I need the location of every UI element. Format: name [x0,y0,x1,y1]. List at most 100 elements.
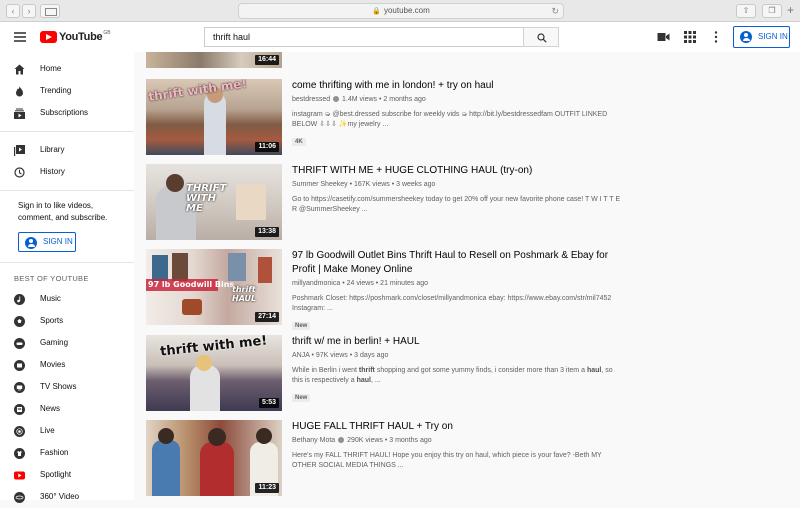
url-text: youtube.com [383,6,430,15]
person-figure [200,442,234,496]
share-button[interactable]: ⇧ [736,4,756,18]
video-title[interactable]: come thrifting with me in london! + try … [292,79,622,93]
person-head [256,428,272,444]
back-button[interactable]: ‹ [6,4,20,18]
sidebar-item-live[interactable]: Live [0,420,134,442]
video-duration: 5:53 [258,398,279,408]
clothing-item [258,257,272,283]
upload-age: 3 days ago [354,352,389,359]
clothing-item [228,253,246,281]
spotlight-icon [14,471,25,480]
sidebar-item-label: Spotlight [40,470,72,479]
news-icon [14,404,25,415]
sidebar-item-label: News [40,404,61,413]
thumbnail-caption: thrift with me! [147,79,248,104]
video-thumbnail[interactable]: thrift with me! 5:53 [146,335,282,411]
thumbnail-caption-secondary: thrift HAUL [232,285,257,303]
new-tab-button[interactable]: + [787,3,794,17]
video-title[interactable]: 97 lb Goodwill Outlet Bins Thrift Haul t… [292,249,622,277]
thumbnail-caption: THRIFT WITH ME [186,183,227,214]
thumbnail-caption: 97 lb Goodwill Bins [148,280,235,289]
music-icon [14,294,25,305]
tab-overview-button[interactable]: ❐ [762,4,782,18]
sidebar-item-news[interactable]: News [0,398,134,420]
verified-badge-icon [333,95,340,102]
video-description: Here's my FALL THRIFT HAUL! Hope you enj… [292,452,602,469]
verified-badge-icon [338,436,345,443]
fashion-icon [14,448,25,459]
video-thumbnail[interactable]: 16:44 [146,52,282,68]
person-head [166,174,184,192]
search-input[interactable]: thrift haul [204,27,524,47]
video-duration: 11:23 [255,483,279,493]
sidebar-item-trending[interactable]: Trending [0,80,134,102]
channel-name[interactable]: Bethany Mota [292,437,335,444]
sidebar-item-label: Sports [40,316,64,325]
movies-icon [14,360,25,371]
sidebar-item-tv-shows[interactable]: TV Shows [0,376,134,398]
new-badge: New [292,322,311,330]
video-description: Poshmark Closet: https://poshmark.com/cl… [292,295,612,312]
video-meta: ANJA • 97K views • 3 days ago [292,352,389,359]
channel-name[interactable]: ANJA [292,352,310,359]
sidebar-item-360-video[interactable]: 360° Video [0,486,134,508]
reload-icon[interactable]: ↻ [551,4,559,18]
sidebar-item-label: Live [40,426,55,435]
sidebar-item-library[interactable]: Library [0,139,134,161]
create-video-icon[interactable] [657,31,670,43]
upload-age: 2 months ago [383,96,426,103]
live-icon [14,426,25,437]
video-thumbnail[interactable]: thrift with me! 11:06 [146,79,282,155]
quality-badge: 4K [292,138,306,146]
sidebar-item-sports[interactable]: Sports [0,310,134,332]
browser-sidebar-toggle[interactable] [40,4,60,18]
flame-icon [16,86,23,97]
view-count: 290K views [347,437,383,444]
video-title[interactable]: thrift w/ me in berlin! + HAUL [292,335,622,349]
channel-name[interactable]: Summer Sheekey [292,181,348,188]
clothing-item [172,253,188,281]
upload-age: 21 minutes ago [380,280,429,287]
account-icon [740,31,752,43]
header-sign-in-label: SIGN IN [758,32,788,41]
channel-name[interactable]: bestdressed [292,96,330,103]
sidebar-sign-in-button[interactable]: SIGN IN [18,232,76,252]
clothing-item [236,184,266,220]
header-sign-in-button[interactable]: SIGN IN [733,26,790,48]
address-bar[interactable]: 🔒 youtube.com ↻ [238,3,564,19]
sidebar-item-spotlight[interactable]: Spotlight [0,464,134,486]
video-title[interactable]: THRIFT WITH ME + HUGE CLOTHING HAUL (try… [292,164,622,178]
video-meta: bestdressed 1.4M views • 2 months ago [292,95,426,103]
sidebar-item-home[interactable]: Home [0,58,134,80]
channel-name[interactable]: millyandmonica [292,280,340,287]
person-head [208,428,226,446]
sidebar-item-label: Gaming [40,338,69,347]
apps-grid-icon[interactable] [684,31,696,43]
sidebar-item-music[interactable]: Music [0,288,134,310]
sidebar-item-history[interactable]: History [0,161,134,183]
sidebar-item-label: TV Shows [40,382,77,391]
more-options-icon[interactable] [714,31,718,43]
sidebar-item-label: History [40,167,65,176]
video-title[interactable]: HUGE FALL THRIFT HAUL + Try on [292,420,622,434]
sidebar-item-label: Movies [40,360,66,369]
video-thumbnail[interactable]: 97 lb Goodwill Bins thrift HAUL 27:14 [146,249,282,325]
sidebar: Home Trending Subscriptions Library Hist… [0,52,134,503]
person-head [196,355,212,371]
sidebar-item-subscriptions[interactable]: Subscriptions [0,102,134,124]
sidebar-item-fashion[interactable]: Fashion [0,442,134,464]
video-thumbnail[interactable]: THRIFT WITH ME 13:38 [146,164,282,240]
youtube-logo[interactable]: YouTube GB [40,30,111,44]
forward-button[interactable]: › [22,4,36,18]
video-thumbnail[interactable]: 11:23 [146,420,282,496]
sidebar-item-movies[interactable]: Movies [0,354,134,376]
sidebar-item-label: Library [40,145,65,154]
search-button[interactable] [523,27,559,47]
sidebar-item-label: Trending [40,86,72,95]
video-meta: Bethany Mota 290K views • 3 months ago [292,436,432,444]
video-info: thrift w/ me in berlin! + HAUL ANJA • 97… [292,335,622,404]
view-count: 167K views [353,181,390,188]
sidebar-item-gaming[interactable]: Gaming [0,332,134,354]
hamburger-menu-icon[interactable] [14,32,26,42]
view-count: 97K views [315,352,348,359]
